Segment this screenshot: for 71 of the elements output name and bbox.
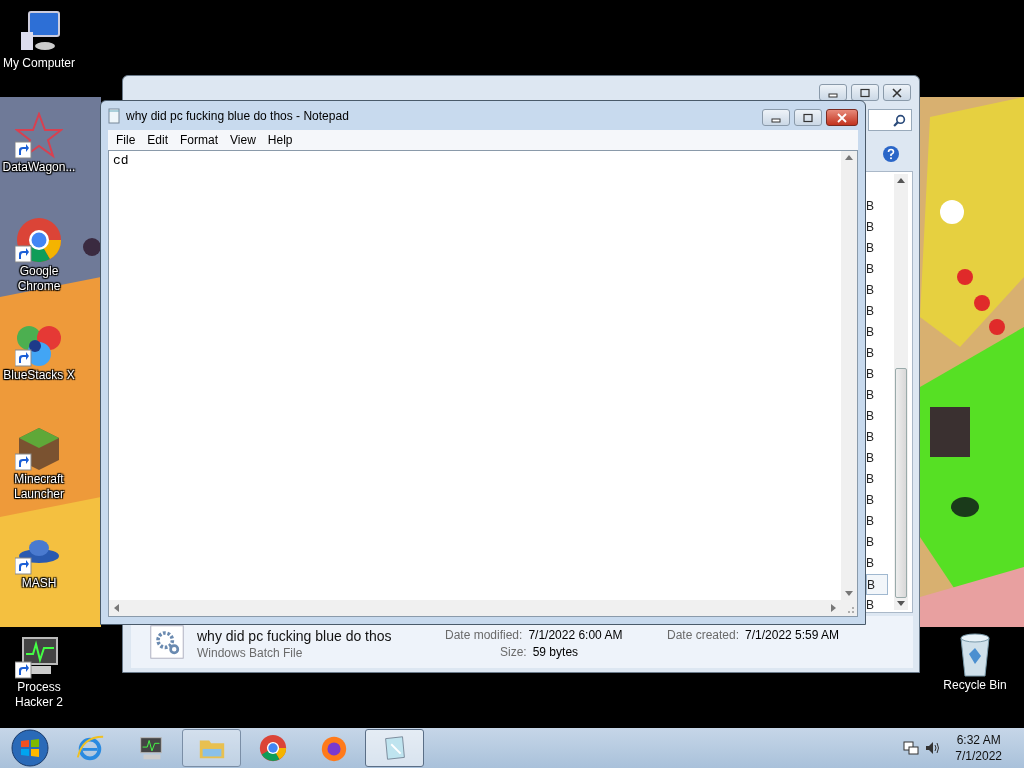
icon-label[interactable]: My Computer — [0, 56, 78, 71]
file-size-cell[interactable]: B — [866, 259, 888, 280]
file-size-cell[interactable]: B — [866, 532, 888, 553]
menu-item[interactable]: File — [110, 133, 142, 147]
horizontal-scrollbar[interactable] — [109, 600, 841, 616]
file-size-cell[interactable]: B — [866, 490, 888, 511]
field-label: Date modified: — [445, 628, 523, 642]
scrollbar[interactable] — [894, 174, 908, 610]
vertical-scrollbar[interactable] — [841, 151, 857, 600]
scroll-down-icon[interactable] — [845, 591, 853, 596]
field-value: 7/1/2022 5:59 AM — [745, 628, 840, 642]
notepad-icon — [108, 107, 120, 124]
menu-item[interactable]: View — [224, 133, 262, 147]
file-size-cell[interactable]: B — [866, 406, 888, 427]
file-size-cell[interactable]: B — [866, 280, 888, 301]
volume-icon[interactable] — [925, 740, 942, 756]
file-size-cell[interactable]: B — [866, 595, 888, 616]
window-title: why did pc fucking blue do thos - Notepad — [126, 108, 349, 123]
search-icon[interactable] — [893, 114, 906, 127]
menu-item[interactable]: Format — [174, 133, 225, 147]
scroll-up-icon[interactable] — [897, 178, 905, 183]
field-label: Size: — [500, 645, 527, 659]
close-button[interactable] — [883, 84, 911, 101]
file-size-cell[interactable]: B — [866, 385, 888, 406]
chrome-icon[interactable] — [15, 216, 63, 264]
network-icon[interactable] — [903, 740, 920, 756]
menu-item[interactable]: Edit — [141, 133, 175, 147]
scroll-left-icon[interactable] — [114, 604, 119, 612]
file-size-cell[interactable]: B — [866, 322, 888, 343]
close-icon — [892, 87, 902, 98]
search-field[interactable] — [868, 109, 912, 131]
start-button[interactable] — [10, 728, 50, 768]
scroll-right-icon[interactable] — [831, 604, 836, 612]
close-button[interactable] — [826, 109, 858, 126]
clock[interactable]: 6:32 AM 7/1/2022 — [955, 732, 1002, 764]
icon-label[interactable]: Google Chrome — [0, 264, 78, 294]
icon-label[interactable]: Recycle Bin — [936, 678, 1014, 693]
file-type: Windows Batch File — [197, 646, 304, 660]
file-size-cell[interactable]: B — [866, 364, 888, 385]
field-value: 7/1/2022 6:00 AM — [528, 628, 623, 642]
icon-label[interactable]: DataWagon... — [0, 160, 78, 175]
field-label: Date created: — [667, 628, 740, 642]
file-size-cell[interactable]: B — [866, 511, 888, 532]
file-size-cell[interactable]: B — [866, 448, 888, 469]
file-size-cell[interactable]: B — [866, 469, 888, 490]
gear-file-icon — [149, 624, 185, 660]
maximize-button[interactable] — [851, 84, 879, 101]
taskbar-button[interactable] — [365, 729, 424, 767]
browser-e-icon — [74, 733, 105, 763]
chrome-icon — [257, 733, 288, 763]
file-size-cell[interactable]: B — [866, 238, 888, 259]
icon-label[interactable]: Process Hacker 2 — [0, 680, 78, 710]
scroll-thumb[interactable] — [895, 368, 907, 598]
file-size-cell[interactable]: B — [866, 196, 888, 217]
file-size-cell[interactable]: B — [866, 427, 888, 448]
menu-item[interactable]: Help — [261, 133, 299, 147]
scroll-down-icon[interactable] — [897, 601, 905, 606]
maximize-icon — [803, 112, 813, 123]
file-name: why did pc fucking blue do thos — [197, 628, 393, 644]
file-size-cell[interactable]: B — [866, 553, 888, 574]
file-size-cell[interactable]: B — [866, 574, 888, 595]
maximize-button[interactable] — [794, 109, 822, 126]
maximize-icon — [860, 87, 870, 98]
help-icon[interactable] — [883, 146, 899, 162]
scroll-up-icon[interactable] — [845, 155, 853, 160]
field-value: 59 bytes — [532, 645, 579, 659]
file-size-cell[interactable]: B — [866, 343, 888, 364]
file-size-cell[interactable]: B — [866, 301, 888, 322]
close-icon — [837, 112, 847, 123]
file-size-cell[interactable]: B — [866, 217, 888, 238]
star-icon[interactable] — [15, 112, 63, 160]
